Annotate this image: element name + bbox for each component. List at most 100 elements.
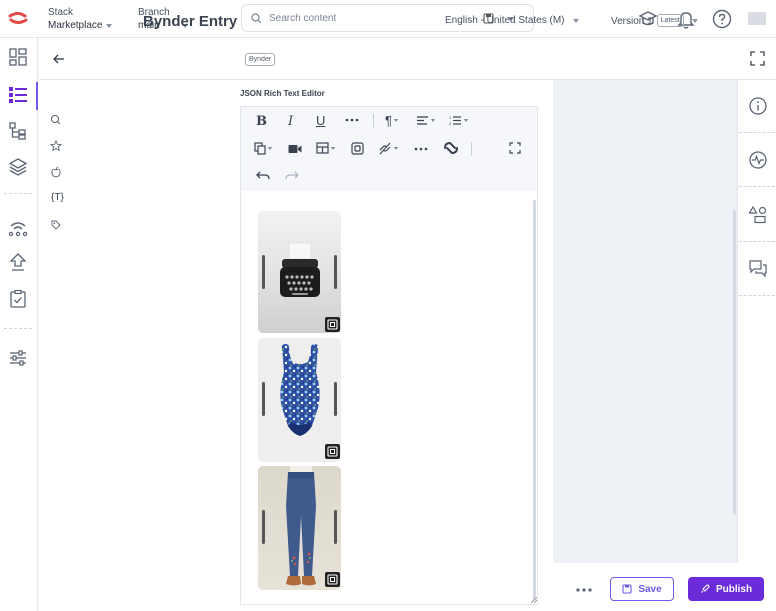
editor-fullscreen-icon[interactable] [509, 142, 521, 154]
content-models-icon[interactable] [7, 120, 29, 142]
bynder-plugin-icon[interactable] [443, 141, 459, 155]
video-icon[interactable] [288, 144, 302, 154]
jeans-image [286, 466, 316, 586]
align-left-icon [417, 116, 428, 125]
star-icon[interactable] [49, 139, 63, 153]
apple-icon[interactable] [49, 165, 63, 179]
assets-layers-icon[interactable] [7, 156, 29, 178]
embedded-asset-jeans[interactable] [258, 466, 341, 590]
svg-text:1: 1 [449, 115, 452, 120]
widgets-shapes-icon[interactable] [747, 204, 769, 226]
tasks-icon[interactable] [7, 288, 29, 310]
rocket-icon [701, 584, 710, 593]
undo-icon[interactable] [256, 169, 270, 181]
asset-embed-icon[interactable] [325, 444, 340, 459]
search-input[interactable] [269, 10, 469, 26]
content-type-badge: Bynder [245, 53, 276, 66]
sidebar-divider [739, 295, 775, 296]
publish-queue-icon[interactable] [7, 251, 29, 273]
tag-icon[interactable] [49, 218, 63, 232]
link-dropdown[interactable] [378, 142, 398, 155]
list-dropdown[interactable]: 12 [449, 115, 468, 126]
italic-button[interactable]: I [288, 114, 293, 129]
svg-text:2: 2 [449, 121, 452, 126]
copy-icon [254, 142, 266, 155]
redo-icon[interactable] [285, 169, 299, 181]
publish-button[interactable]: Publish [688, 577, 764, 601]
releases-icon[interactable] [7, 216, 29, 238]
version-selector[interactable]: Version 1 Latest [611, 14, 698, 27]
align-dropdown[interactable] [416, 115, 435, 126]
settings-sliders-icon[interactable] [7, 347, 29, 369]
chevron-down-icon [268, 147, 272, 150]
unlink-icon [379, 142, 391, 155]
active-nav-indicator [36, 82, 38, 110]
entries-icon[interactable] [7, 84, 29, 106]
page-scrollbar[interactable] [733, 210, 736, 515]
paragraph-format-dropdown[interactable]: ¶ [385, 113, 398, 128]
search-fields-icon[interactable] [49, 113, 63, 127]
copy-dropdown[interactable] [254, 142, 272, 155]
back-arrow-icon[interactable] [52, 52, 66, 66]
chevron-down-icon [394, 147, 398, 150]
stack-selector[interactable]: Stack Marketplace [48, 7, 113, 31]
activity-icon[interactable] [747, 149, 769, 171]
nav-divider [4, 328, 32, 329]
locale-selector[interactable]: English - United States (M) [445, 15, 579, 26]
pilcrow-icon: ¶ [385, 113, 392, 128]
chevron-down-icon [431, 119, 435, 122]
chevron-down-icon [464, 119, 468, 122]
table-dropdown[interactable] [316, 142, 335, 154]
table-icon [316, 142, 329, 154]
json-field-icon[interactable]: {T} [51, 192, 64, 203]
toolbar-divider [471, 142, 472, 156]
canvas-background [553, 80, 737, 611]
save-button[interactable]: Save [610, 577, 674, 601]
fullscreen-icon[interactable] [750, 51, 765, 66]
embed-asset-icon[interactable] [351, 142, 364, 155]
resize-handle-left[interactable] [262, 255, 265, 289]
stack-value: Marketplace [48, 20, 103, 31]
help-icon[interactable] [711, 8, 733, 30]
bold-button[interactable]: B [256, 114, 267, 129]
embedded-asset-typewriter[interactable] [258, 211, 341, 333]
embedded-asset-swimsuit[interactable] [258, 338, 341, 462]
publish-button-label: Publish [715, 583, 753, 595]
dashboard-icon[interactable] [7, 46, 29, 68]
chevron-down-icon [691, 18, 698, 23]
info-icon[interactable] [747, 95, 769, 117]
resize-grip-icon[interactable] [531, 597, 537, 603]
more-formatting-icon[interactable] [345, 117, 359, 123]
chevron-down-icon [393, 119, 398, 122]
sidebar-divider [739, 132, 775, 133]
more-actions-icon[interactable] [575, 587, 593, 593]
save-icon [622, 584, 632, 594]
chevron-down-icon [572, 18, 579, 23]
ordered-list-icon: 12 [449, 115, 461, 126]
resize-handle-left[interactable] [262, 510, 265, 544]
asset-embed-icon[interactable] [325, 572, 340, 587]
entry-title: Bynder Entry [143, 13, 238, 30]
stack-label: Stack [48, 7, 74, 18]
resize-handle-right[interactable] [334, 255, 337, 289]
field-outline-rail [39, 80, 217, 611]
search-icon [251, 13, 262, 24]
toolbar-divider [373, 114, 374, 128]
chevron-down-icon [331, 146, 335, 150]
more-options-icon[interactable] [414, 146, 428, 152]
comments-icon[interactable] [747, 257, 769, 279]
save-button-label: Save [638, 583, 662, 595]
version-label: Version 1 [611, 15, 653, 27]
asset-embed-icon[interactable] [325, 317, 340, 332]
nav-divider [4, 193, 32, 194]
resize-handle-right[interactable] [334, 510, 337, 544]
app-logo-icon[interactable] [8, 9, 28, 29]
chevron-down-icon [106, 23, 113, 28]
sidebar-divider [739, 186, 775, 187]
avatar[interactable] [748, 12, 766, 25]
editor-scrollbar[interactable] [533, 200, 536, 600]
resize-handle-left[interactable] [262, 382, 265, 416]
resize-handle-right[interactable] [334, 382, 337, 416]
underline-button[interactable]: U [316, 113, 325, 128]
latest-badge: Latest [656, 14, 684, 27]
